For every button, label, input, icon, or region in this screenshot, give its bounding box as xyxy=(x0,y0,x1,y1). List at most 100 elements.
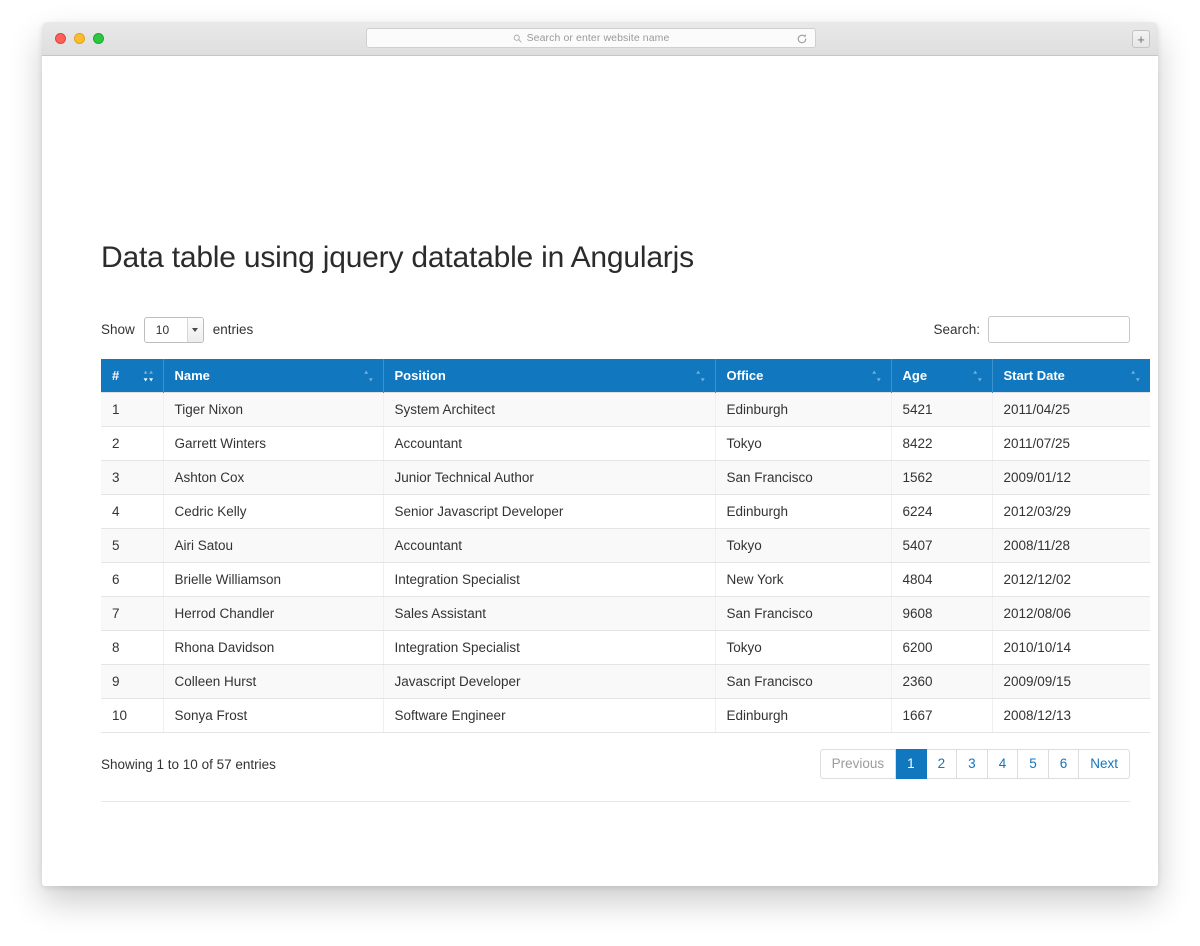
new-tab-button[interactable]: + xyxy=(1132,30,1150,48)
cell-number: 3 xyxy=(101,460,163,495)
cell-name: Herrod Chandler xyxy=(162,596,383,631)
page-content: Data table using jquery datatable in Ang… xyxy=(101,241,1150,802)
table-head: # Name Position Office Age Start Date xyxy=(101,359,1150,393)
column-header-label: Name xyxy=(174,368,210,383)
table-body: 1 Tiger Nixon System Architect Edinburgh 542… xyxy=(101,392,1150,733)
cell-number: 8 xyxy=(101,630,163,665)
cell-start-date: 2009/01/12 xyxy=(991,460,1150,495)
sort-none-icon xyxy=(1131,370,1140,381)
column-header-office[interactable]: Office xyxy=(714,359,891,393)
page-title: Data table using jquery datatable in Ang… xyxy=(101,241,694,274)
pagination-button-2[interactable]: 2 xyxy=(926,749,958,779)
table-row[interactable]: 4 Cedric Kelly Senior Javascript Developer… xyxy=(101,494,1150,529)
column-header-age[interactable]: Age xyxy=(890,359,992,393)
cell-start-date: 2012/12/02 xyxy=(991,562,1150,597)
cell-number: 7 xyxy=(101,596,163,631)
pagination-button-1[interactable]: 1 xyxy=(896,749,927,779)
cell-age: 9608 xyxy=(890,596,992,631)
table-row[interactable]: 9 Colleen Hurst Javascript Developer San Fr… xyxy=(101,664,1150,699)
search-input[interactable] xyxy=(988,316,1130,343)
pagination-button-5[interactable]: 5 xyxy=(1018,749,1049,779)
browser-window: Search or enter website name + Data tabl… xyxy=(42,22,1158,886)
address-bar[interactable]: Search or enter website name xyxy=(366,28,816,48)
cell-name: Brielle Williamson xyxy=(162,562,383,597)
maximize-window-button[interactable] xyxy=(93,33,104,44)
cell-office: San Francisco xyxy=(714,460,891,495)
table-row[interactable]: 6 Brielle Williamson Integration Specialis… xyxy=(101,562,1150,597)
cell-office: Edinburgh xyxy=(714,392,891,427)
cell-number: 10 xyxy=(101,698,163,733)
column-header-label: # xyxy=(112,368,120,383)
pagination-button-previous[interactable]: Previous xyxy=(819,749,897,779)
cell-age: 1562 xyxy=(890,460,992,495)
column-header-label: Office xyxy=(726,368,764,383)
sort-none-icon xyxy=(695,370,705,381)
sort-none-icon xyxy=(363,370,373,381)
datatable-length-control: Show 10 entries xyxy=(101,316,254,343)
cell-position: Junior Technical Author xyxy=(382,460,715,495)
entries-per-page-select[interactable]: 10 xyxy=(143,316,204,343)
cell-office: Tokyo xyxy=(714,630,891,665)
table-row[interactable]: 1 Tiger Nixon System Architect Edinburgh 542… xyxy=(101,392,1150,427)
cell-start-date: 2012/03/29 xyxy=(991,494,1150,529)
column-header-number[interactable]: # xyxy=(101,359,163,393)
cell-number: 9 xyxy=(101,664,163,699)
cell-number: 5 xyxy=(101,528,163,563)
data-table: # Name Position Office Age Start Date 1 … xyxy=(101,359,1150,733)
entries-per-page-value: 10 xyxy=(155,322,170,337)
table-row[interactable]: 5 Airi Satou Accountant Tokyo 5407 2008/11/28 xyxy=(101,528,1150,563)
pagination: Previous 1 2 3 4 5 6 Next xyxy=(819,749,1130,779)
cell-office: San Francisco xyxy=(714,596,891,631)
cell-name: Rhona Davidson xyxy=(162,630,383,665)
cell-position: Software Engineer xyxy=(382,698,715,733)
cell-start-date: 2011/07/25 xyxy=(991,426,1150,461)
cell-name: Cedric Kelly xyxy=(162,494,383,529)
cell-start-date: 2011/04/25 xyxy=(991,392,1150,427)
table-row[interactable]: 8 Rhona Davidson Integration Specialist Tok… xyxy=(101,630,1150,665)
cell-office: New York xyxy=(714,562,891,597)
entries-label: entries xyxy=(212,322,254,337)
pagination-button-4[interactable]: 4 xyxy=(987,749,1019,779)
table-row[interactable]: 7 Herrod Chandler Sales Assistant San Franc… xyxy=(101,596,1150,631)
minimize-window-button[interactable] xyxy=(74,33,85,44)
cell-age: 5407 xyxy=(890,528,992,563)
cell-start-date: 2008/12/13 xyxy=(991,698,1150,733)
pagination-button-next[interactable]: Next xyxy=(1079,749,1130,779)
page-viewport: Data table using jquery datatable in Ang… xyxy=(42,56,1158,886)
column-header-label: Start Date xyxy=(1003,368,1065,383)
cell-position: System Architect xyxy=(382,392,715,427)
pagination-button-6[interactable]: 6 xyxy=(1048,749,1080,779)
column-header-name[interactable]: Name xyxy=(162,359,383,393)
chevron-down-icon[interactable] xyxy=(186,317,203,342)
cell-office: Tokyo xyxy=(714,426,891,461)
column-header-label: Age xyxy=(902,368,928,383)
column-header-start-date[interactable]: Start Date xyxy=(991,359,1150,393)
datatable-top-controls: Show 10 entries Search: xyxy=(101,316,1130,343)
close-window-button[interactable] xyxy=(55,33,66,44)
cell-position: Accountant xyxy=(382,528,715,563)
cell-start-date: 2010/10/14 xyxy=(991,630,1150,665)
cell-start-date: 2012/08/06 xyxy=(991,596,1150,631)
show-label: Show xyxy=(101,322,135,337)
table-row[interactable]: 2 Garrett Winters Accountant Tokyo 8422 2011/… xyxy=(101,426,1150,461)
cell-number: 1 xyxy=(101,392,163,427)
column-header-position[interactable]: Position xyxy=(382,359,715,393)
cell-name: Tiger Nixon xyxy=(162,392,383,427)
cell-number: 2 xyxy=(101,426,163,461)
cell-number: 4 xyxy=(101,494,163,529)
sort-ascending-icon xyxy=(143,370,153,381)
table-row[interactable]: 10 Sonya Frost Software Engineer Edinburgh 1… xyxy=(101,698,1150,733)
search-icon xyxy=(513,34,522,43)
reload-icon[interactable] xyxy=(796,33,808,45)
pagination-button-3[interactable]: 3 xyxy=(957,749,988,779)
cell-position: Sales Assistant xyxy=(382,596,715,631)
screenshot-root: Search or enter website name + Data tabl… xyxy=(0,0,1200,946)
sort-none-icon xyxy=(972,370,982,381)
table-row[interactable]: 3 Ashton Cox Junior Technical Author San Fr… xyxy=(101,460,1150,495)
cell-position: Integration Specialist xyxy=(382,630,715,665)
browser-titlebar: Search or enter website name + xyxy=(42,22,1158,56)
cell-office: San Francisco xyxy=(714,664,891,699)
cell-office: Tokyo xyxy=(714,528,891,563)
cell-age: 5421 xyxy=(890,392,992,427)
cell-name: Airi Satou xyxy=(162,528,383,563)
